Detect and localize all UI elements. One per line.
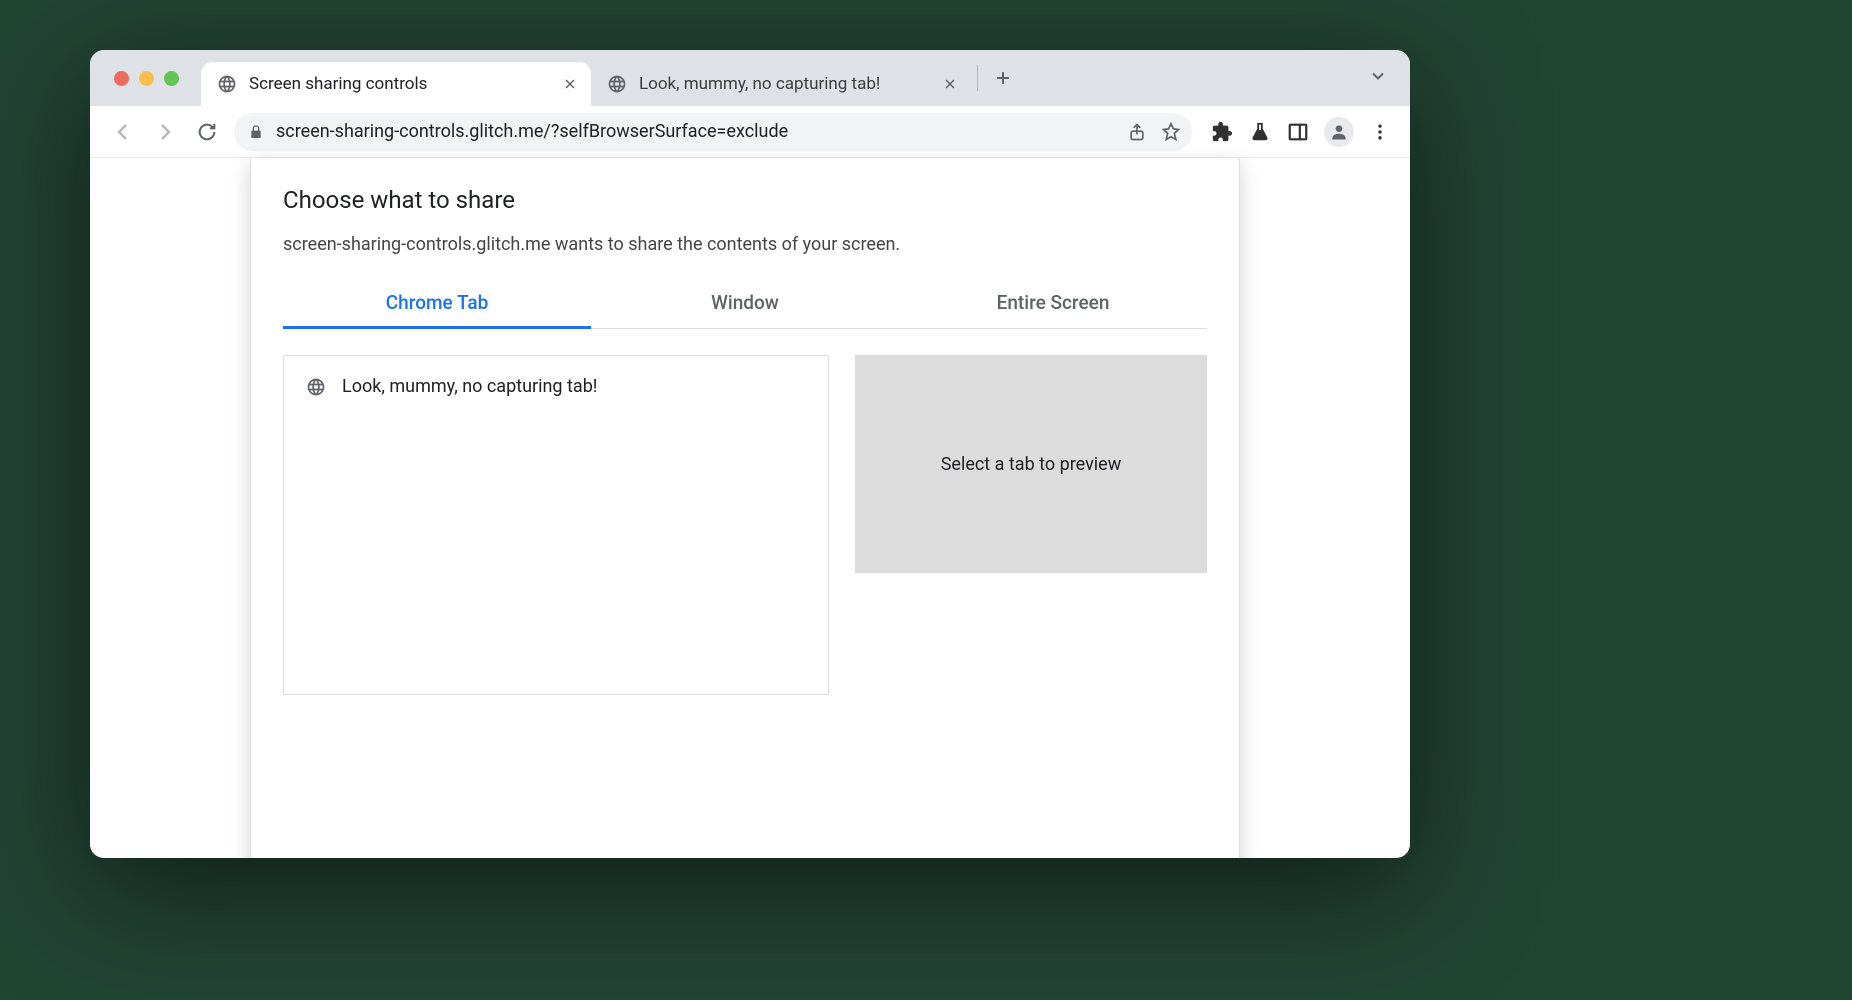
dialog-title: Choose what to share [283, 186, 1207, 214]
tab-title: Look, mummy, no capturing tab! [639, 74, 929, 94]
toolbar-actions [1210, 117, 1392, 147]
tab-close-icon[interactable] [941, 75, 959, 93]
bookmark-star-icon[interactable] [1160, 121, 1182, 143]
globe-icon [217, 74, 237, 94]
browser-tab-inactive[interactable]: Look, mummy, no capturing tab! [591, 62, 971, 106]
window-close-button[interactable] [114, 71, 129, 86]
screen-share-dialog: Choose what to share screen-sharing-cont… [250, 158, 1240, 858]
nav-forward-button[interactable] [150, 117, 180, 147]
dialog-body: Look, mummy, no capturing tab! Select a … [283, 355, 1207, 695]
share-icon[interactable] [1126, 121, 1148, 143]
window-minimize-button[interactable] [139, 71, 154, 86]
nav-reload-button[interactable] [192, 117, 222, 147]
dialog-subtitle: screen-sharing-controls.glitch.me wants … [283, 234, 1207, 255]
sidepanel-icon[interactable] [1286, 120, 1310, 144]
content-area: Choose what to share screen-sharing-cont… [90, 158, 1410, 858]
share-list-item-title: Look, mummy, no capturing tab! [342, 376, 597, 397]
kebab-menu-icon[interactable] [1368, 120, 1392, 144]
dialog-tab-window[interactable]: Window [591, 281, 899, 328]
url-text: screen-sharing-controls.glitch.me/?selfB… [276, 121, 1114, 142]
browser-toolbar: screen-sharing-controls.glitch.me/?selfB… [90, 106, 1410, 158]
share-preview-placeholder: Select a tab to preview [855, 355, 1207, 573]
browser-window: Screen sharing controls Look, mummy, no … [90, 50, 1410, 858]
labs-flask-icon[interactable] [1248, 120, 1272, 144]
window-traffic-lights [114, 50, 201, 106]
dialog-tab-chrome-tab[interactable]: Chrome Tab [283, 281, 591, 328]
share-list-item[interactable]: Look, mummy, no capturing tab! [302, 372, 810, 401]
window-maximize-button[interactable] [164, 71, 179, 86]
new-tab-button[interactable] [990, 65, 1016, 91]
profile-avatar[interactable] [1324, 117, 1354, 147]
dialog-tabs: Chrome Tab Window Entire Screen [283, 281, 1207, 329]
tabs: Screen sharing controls Look, mummy, no … [201, 50, 1410, 106]
tab-title: Screen sharing controls [249, 74, 549, 94]
address-bar[interactable]: screen-sharing-controls.glitch.me/?selfB… [234, 113, 1192, 151]
nav-back-button[interactable] [108, 117, 138, 147]
share-tab-list: Look, mummy, no capturing tab! [283, 355, 829, 695]
tab-divider [977, 65, 978, 91]
tab-close-icon[interactable] [561, 75, 579, 93]
dialog-tab-entire-screen[interactable]: Entire Screen [899, 281, 1207, 328]
tab-search-button[interactable] [1368, 66, 1388, 90]
globe-icon [306, 377, 326, 397]
tab-strip: Screen sharing controls Look, mummy, no … [90, 50, 1410, 106]
globe-icon [607, 74, 627, 94]
extensions-icon[interactable] [1210, 120, 1234, 144]
lock-icon [248, 124, 264, 140]
browser-tab-active[interactable]: Screen sharing controls [201, 62, 591, 106]
